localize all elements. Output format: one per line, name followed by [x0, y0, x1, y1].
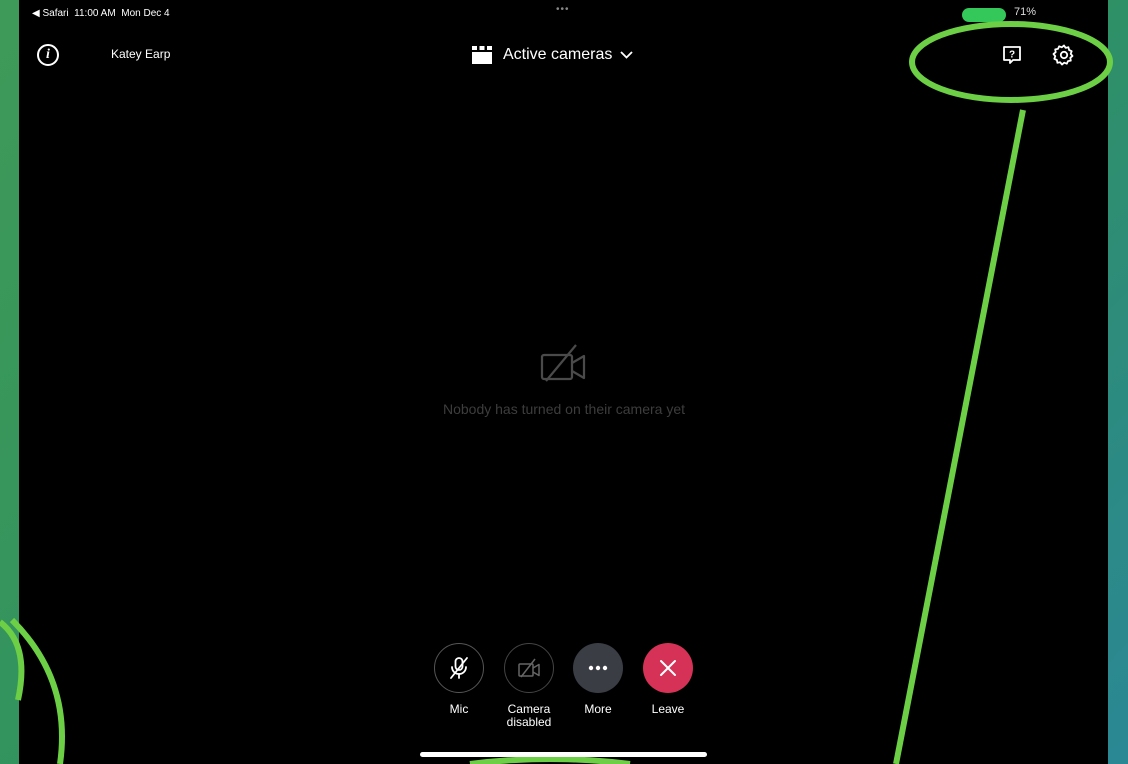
- camera-control: Camera disabled: [489, 643, 569, 729]
- gear-icon[interactable]: [1052, 43, 1076, 67]
- chevron-down-icon: [620, 51, 634, 59]
- more-icon: [588, 665, 608, 671]
- status-date: Mon Dec 4: [121, 8, 170, 19]
- multitask-dots[interactable]: •••: [556, 4, 570, 15]
- more-control: More: [558, 643, 638, 716]
- view-selector[interactable]: Active cameras: [472, 44, 634, 66]
- battery-indicator: 71%: [1014, 6, 1037, 18]
- view-selector-label: Active cameras: [503, 46, 613, 63]
- more-label: More: [584, 702, 612, 716]
- leave-button[interactable]: [643, 643, 693, 693]
- camera-disabled-icon: [518, 658, 540, 678]
- leave-control: Leave: [628, 643, 708, 716]
- camera-off-icon: [540, 343, 588, 383]
- status-time: 11:00 AM: [74, 8, 116, 19]
- back-to-safari[interactable]: ◀ Safari: [32, 8, 69, 19]
- home-indicator[interactable]: [420, 752, 707, 757]
- grid-icon: [472, 46, 492, 64]
- close-icon: [660, 660, 676, 676]
- status-bar: ◀ Safari 11:00 AM Mon Dec 4: [32, 8, 170, 19]
- camera-label: Camera disabled: [506, 702, 552, 729]
- mic-label: Mic: [449, 702, 469, 716]
- mic-off-icon: [450, 657, 468, 679]
- info-icon[interactable]: i: [37, 44, 59, 66]
- mic-button[interactable]: [434, 643, 484, 693]
- leave-label: Leave: [651, 702, 685, 716]
- active-call-pill: [962, 8, 1006, 22]
- help-icon[interactable]: ?: [1001, 44, 1023, 66]
- svg-text:?: ?: [1009, 50, 1015, 61]
- mic-control: Mic: [419, 643, 499, 716]
- user-name: Katey Earp: [111, 47, 171, 61]
- empty-state-message: Nobody has turned on their camera yet: [442, 401, 686, 417]
- camera-button[interactable]: [504, 643, 554, 693]
- more-button[interactable]: [573, 643, 623, 693]
